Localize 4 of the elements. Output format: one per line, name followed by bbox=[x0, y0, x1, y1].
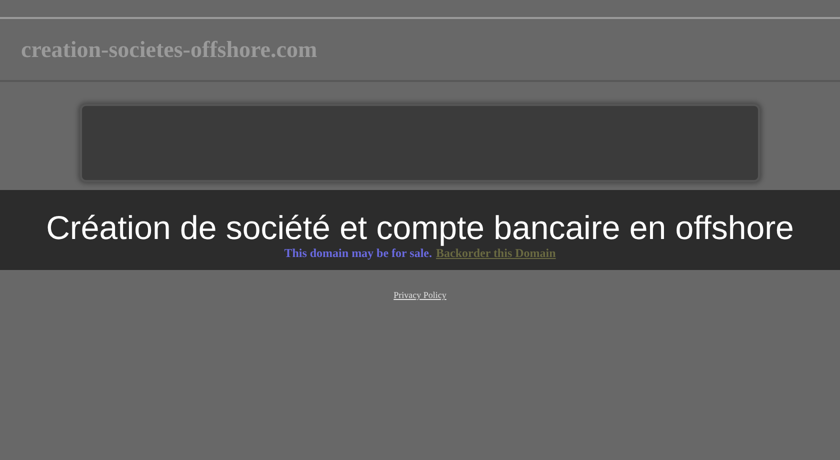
sale-notice: This domain may be for sale. bbox=[284, 246, 432, 261]
backorder-link[interactable]: Backorder this Domain bbox=[436, 246, 556, 261]
privacy-policy-link[interactable]: Privacy Policy bbox=[394, 290, 446, 300]
caption-text: Création de société et compte bancaire en offshore bbox=[46, 208, 794, 248]
